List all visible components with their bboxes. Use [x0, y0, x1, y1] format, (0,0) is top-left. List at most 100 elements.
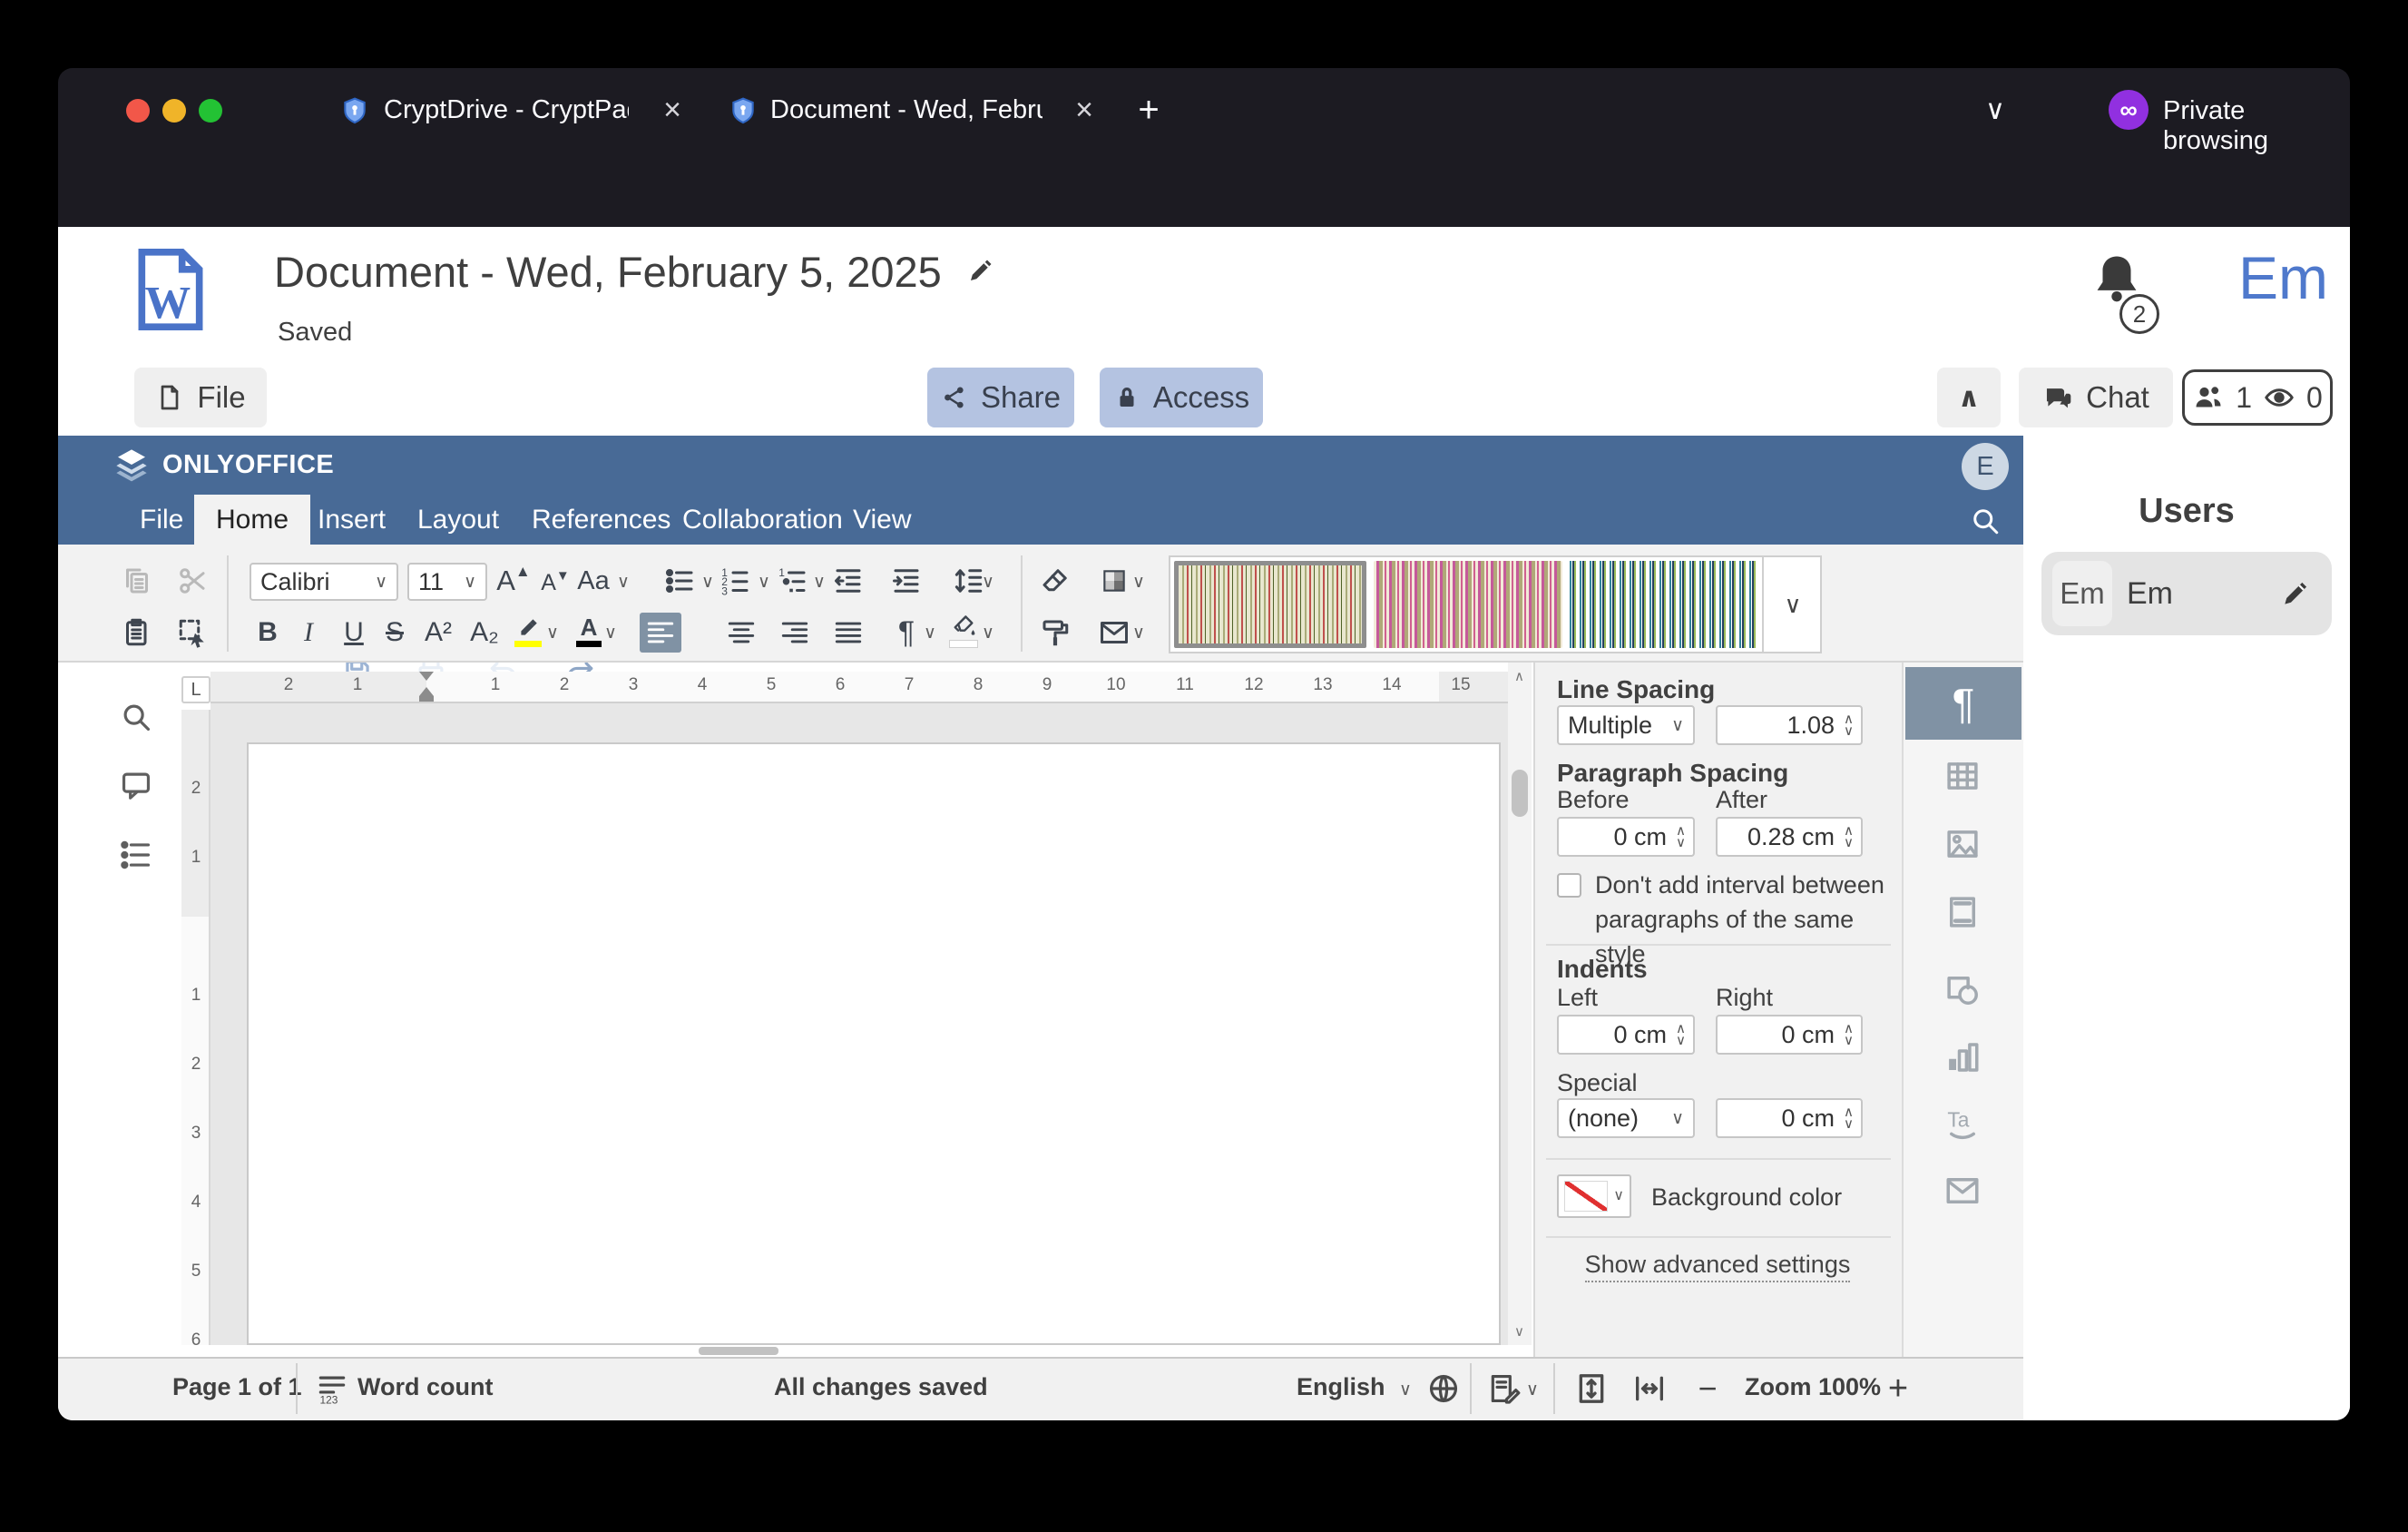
hanging-indent-marker[interactable] [419, 687, 434, 696]
justify-button[interactable] [828, 613, 868, 653]
font-size-select[interactable]: 11∨ [407, 563, 487, 601]
zoom-level-label[interactable]: Zoom 100% [1745, 1373, 1881, 1401]
indent-left-spinner[interactable]: 0 cm ∧∨ [1557, 1015, 1695, 1055]
menu-tab[interactable]: Home [194, 495, 310, 545]
italic-button[interactable]: I [289, 613, 328, 653]
user-list-item[interactable]: Em Em [2041, 552, 2332, 635]
text-art-settings-tab[interactable]: Ta [1943, 1104, 1982, 1144]
macos-close-button[interactable] [126, 99, 150, 123]
underline-button[interactable]: U [334, 613, 374, 653]
align-left-button-active[interactable] [640, 613, 681, 653]
chart-settings-tab[interactable] [1943, 1037, 1982, 1077]
zoom-out-button[interactable]: − [1689, 1369, 1726, 1409]
subscript-button[interactable]: A₂ [465, 613, 504, 653]
scroll-down-icon[interactable]: ∨ [1514, 1323, 1524, 1340]
font-name-select[interactable]: Calibri∨ [250, 563, 398, 601]
shape-settings-tab[interactable] [1943, 969, 1982, 1009]
decrease-font-icon[interactable]: A▼ [535, 563, 575, 603]
style-thumbnail[interactable] [1568, 561, 1758, 648]
chevron-down-icon[interactable]: ∨ [982, 624, 994, 642]
share-button[interactable]: Share [927, 368, 1074, 427]
paragraph-settings-tab-active[interactable]: ¶ [1905, 667, 2021, 740]
chevron-down-icon[interactable]: ∨ [617, 574, 630, 591]
chevron-down-icon[interactable]: ∨ [546, 624, 559, 642]
table-settings-tab[interactable] [1943, 756, 1982, 796]
scroll-up-icon[interactable]: ∧ [1514, 668, 1524, 684]
track-changes-icon[interactable] [1484, 1369, 1524, 1409]
chevron-down-icon[interactable]: ∨ [982, 574, 994, 591]
chevron-down-icon[interactable]: ∨ [813, 574, 826, 591]
collapse-toolbar-button[interactable]: ∧ [1937, 368, 2001, 427]
macos-minimize-button[interactable] [162, 99, 186, 123]
tab-cryptdrive[interactable]: CryptDrive - CryptPad.fr × [317, 80, 698, 141]
cut-icon[interactable] [172, 561, 212, 601]
highlight-color-button[interactable] [508, 611, 548, 651]
strikethrough-button[interactable]: S [375, 613, 415, 653]
bullet-list-icon[interactable] [661, 561, 700, 601]
vertical-scrollbar[interactable]: ∧ ∨ [1508, 663, 1532, 1345]
macos-zoom-button[interactable] [199, 99, 222, 123]
horizontal-scrollbar-thumb[interactable] [699, 1347, 778, 1355]
indent-right-spinner[interactable]: 0 cm ∧∨ [1716, 1015, 1863, 1055]
collaborator-avatar[interactable]: E [1962, 443, 2009, 490]
show-advanced-settings-link[interactable]: Show advanced settings [1585, 1251, 1851, 1282]
header-footer-settings-tab[interactable] [1943, 892, 1982, 932]
interval-checkbox[interactable] [1557, 873, 1581, 898]
nonprinting-chars-button[interactable]: ¶ [886, 613, 926, 653]
decrease-indent-icon[interactable] [828, 561, 868, 601]
find-icon[interactable] [116, 697, 156, 737]
document-title[interactable]: Document - Wed, February 5, 2025 [274, 247, 942, 297]
language-selector[interactable]: English [1297, 1373, 1385, 1401]
multilevel-list-icon[interactable]: 1 [773, 561, 813, 601]
style-thumbnail[interactable] [1374, 561, 1562, 648]
bold-button[interactable]: B [248, 613, 288, 653]
document-page[interactable] [247, 742, 1501, 1345]
word-count-icon[interactable]: 123 [312, 1369, 352, 1409]
spellcheck-globe-icon[interactable] [1424, 1369, 1463, 1409]
close-tab-icon[interactable]: × [647, 93, 698, 128]
change-case-icon[interactable]: Aa [573, 561, 613, 601]
list-tabs-chevron-icon[interactable]: ∨ [1972, 86, 2018, 133]
spacing-before-spinner[interactable]: 0 cm ∧∨ [1557, 817, 1695, 857]
chevron-down-icon[interactable]: ∨ [1132, 574, 1145, 591]
page-number-indicator[interactable]: Page 1 of 1 [172, 1373, 302, 1401]
fit-page-icon[interactable] [1571, 1369, 1611, 1409]
chevron-down-icon[interactable]: ∨ [758, 574, 770, 591]
increase-font-icon[interactable]: A▲ [494, 561, 533, 601]
tab-document-active[interactable]: Document - Wed, February 5, 20 × [709, 80, 1110, 141]
align-center-button[interactable] [721, 613, 761, 653]
search-icon[interactable] [1965, 501, 2005, 541]
new-tab-button[interactable]: + [1126, 84, 1171, 135]
vertical-scrollbar-thumb[interactable] [1512, 770, 1528, 817]
fit-width-icon[interactable] [1630, 1369, 1669, 1409]
chevron-down-icon[interactable]: ∨ [1399, 1381, 1412, 1399]
line-spacing-select[interactable]: Multiple∨ [1557, 705, 1695, 745]
image-settings-tab[interactable] [1943, 824, 1982, 864]
access-button[interactable]: Access [1100, 368, 1263, 427]
chevron-down-icon[interactable]: ∨ [604, 624, 617, 642]
mail-merge-icon[interactable] [1094, 613, 1134, 653]
line-spacing-multiple-spinner[interactable]: 1.08 ∧∨ [1716, 705, 1863, 745]
ruler-tab-selector[interactable]: L [181, 676, 210, 703]
chevron-down-icon[interactable]: ∨ [701, 574, 714, 591]
increase-indent-icon[interactable] [886, 561, 926, 601]
chevron-down-icon[interactable]: ∨ [924, 624, 936, 642]
select-all-icon[interactable] [172, 613, 212, 653]
numbered-list-icon[interactable]: 123 [716, 561, 756, 601]
style-thumbnail-selected[interactable] [1174, 561, 1366, 648]
special-amount-spinner[interactable]: 0 cm ∧∨ [1716, 1098, 1863, 1138]
styles-gallery-expand-chevron[interactable]: ∨ [1762, 557, 1822, 652]
chat-button[interactable]: Chat [2019, 368, 2173, 427]
word-count-label[interactable]: Word count [357, 1373, 493, 1401]
paint-roller-icon[interactable] [1035, 613, 1075, 653]
chevron-down-icon[interactable]: ∨ [1132, 624, 1145, 642]
menu-tab[interactable]: File [118, 495, 205, 545]
menu-tab[interactable]: Insert [296, 495, 407, 545]
menu-tab[interactable]: View [831, 495, 933, 545]
background-color-picker[interactable]: ∨ [1557, 1174, 1631, 1218]
clear-style-eraser-icon[interactable] [1035, 561, 1075, 601]
file-menu-button[interactable]: File [134, 368, 267, 427]
zoom-in-button[interactable]: + [1880, 1369, 1916, 1409]
edit-name-pencil-icon[interactable] [2279, 575, 2314, 614]
menu-tab[interactable]: Layout [396, 495, 521, 545]
